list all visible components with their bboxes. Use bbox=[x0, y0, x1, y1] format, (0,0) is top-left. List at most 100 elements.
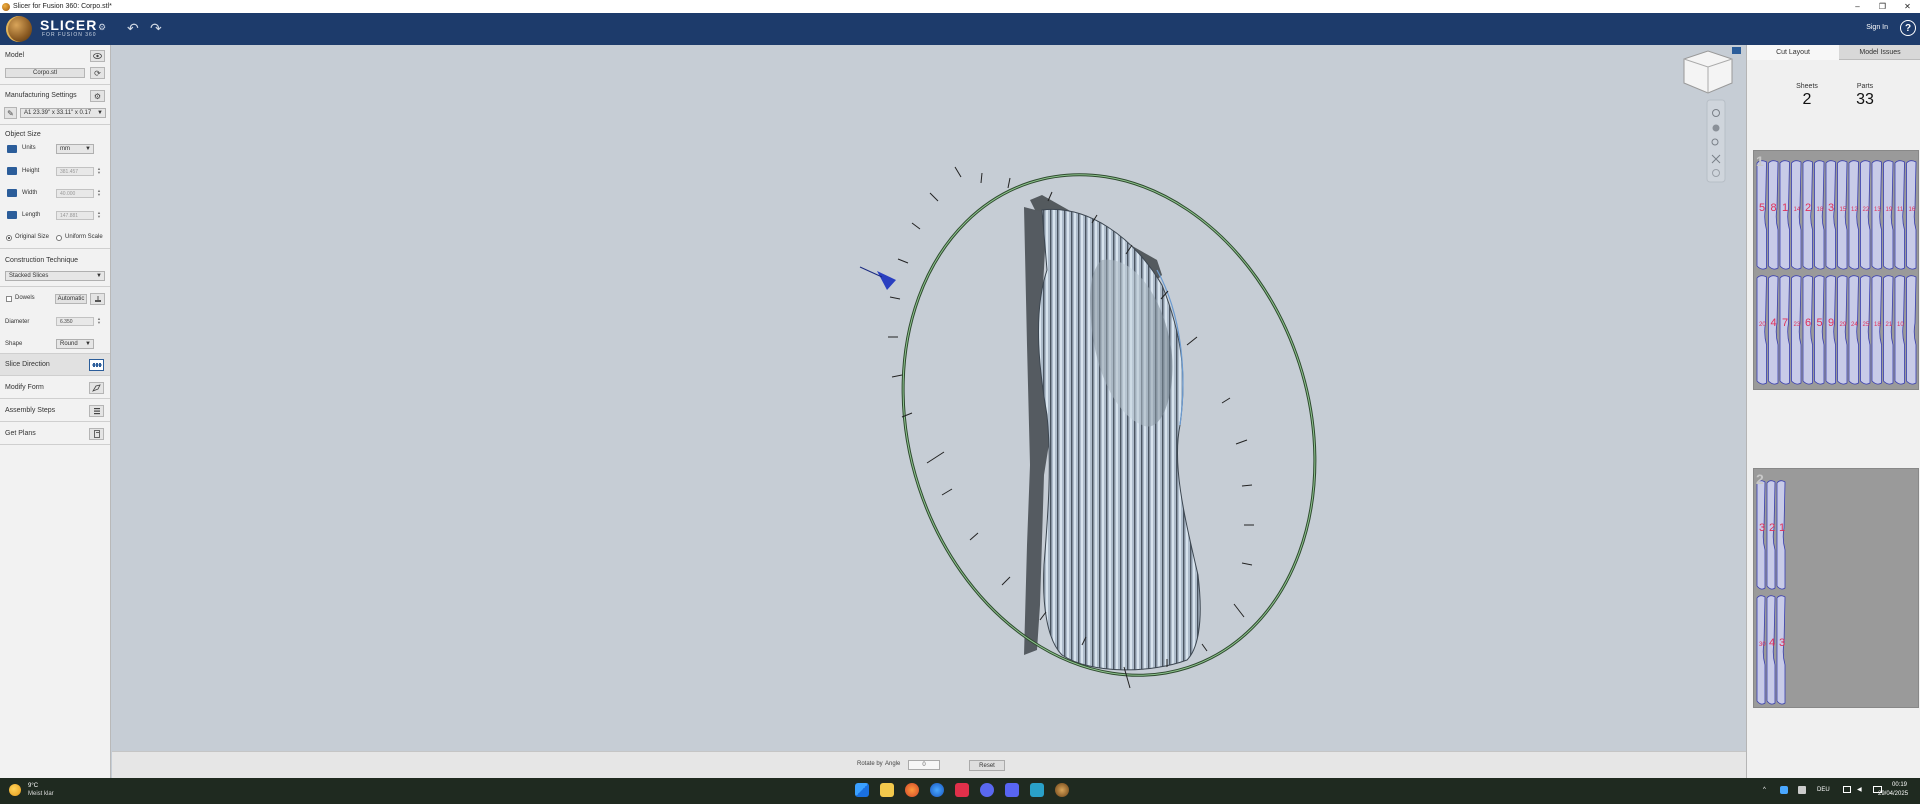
uniform-scale-radio[interactable] bbox=[56, 235, 62, 241]
step-label: Slice Direction bbox=[5, 361, 50, 368]
angle-label: Angle bbox=[885, 761, 901, 767]
discord-icon[interactable] bbox=[1005, 783, 1019, 797]
browser-icon[interactable] bbox=[930, 783, 944, 797]
diameter-stepper[interactable]: ▲ ▼ bbox=[96, 317, 102, 326]
diameter-label: Diameter bbox=[5, 319, 30, 325]
os-taskbar: 9°C Meist klar ^ DEU ◀ 00:19 29/04/2025 bbox=[0, 778, 1920, 804]
part-label: 3 bbox=[1828, 202, 1834, 214]
volume-icon[interactable]: ◀ bbox=[1857, 786, 1862, 793]
shape-select[interactable]: Round ▼ bbox=[56, 339, 94, 349]
settings-gear-icon[interactable]: ⚙ bbox=[90, 90, 105, 102]
minimize-button[interactable]: – bbox=[1845, 0, 1870, 13]
part-label: 4 bbox=[1769, 637, 1775, 649]
part-outline bbox=[1776, 595, 1786, 705]
units-select[interactable]: mm ▼ bbox=[56, 144, 94, 154]
object-size-title: Object Size bbox=[5, 131, 41, 138]
height-input[interactable]: 381.457 bbox=[56, 167, 94, 176]
language-indicator[interactable]: DEU bbox=[1817, 787, 1830, 793]
tray-app-icon[interactable] bbox=[1780, 786, 1788, 794]
refresh-icon[interactable]: ⟳ bbox=[90, 67, 105, 79]
view-cube-icon[interactable] bbox=[1683, 50, 1733, 94]
start-icon[interactable] bbox=[855, 783, 869, 797]
clock-date[interactable]: 29/04/2025 bbox=[1878, 791, 1908, 797]
width-input[interactable]: 40.000 bbox=[56, 189, 94, 198]
slice-direction-arrow[interactable] bbox=[877, 271, 896, 290]
part-outline bbox=[1871, 275, 1882, 385]
clock-time[interactable]: 00:19 bbox=[1892, 782, 1907, 788]
angle-input[interactable]: 0 bbox=[908, 760, 940, 770]
slice-direction-icon[interactable] bbox=[89, 359, 104, 371]
step-slice-direction[interactable]: Slice Direction bbox=[0, 354, 110, 376]
weather-icon[interactable] bbox=[9, 784, 21, 796]
step-assembly-steps[interactable]: Assembly Steps bbox=[0, 400, 110, 422]
firefox-icon[interactable] bbox=[905, 783, 919, 797]
dowel-layout-icon[interactable] bbox=[90, 293, 105, 305]
redo-button[interactable]: ↷ bbox=[150, 20, 162, 37]
chat-app-icon[interactable] bbox=[980, 783, 994, 797]
3d-viewport[interactable] bbox=[112, 45, 1746, 751]
modify-form-icon[interactable] bbox=[89, 382, 104, 394]
chevron-down-icon: ▼ bbox=[97, 110, 103, 116]
assembly-steps-icon[interactable] bbox=[89, 405, 104, 417]
slicer-taskbar-icon[interactable] bbox=[1055, 783, 1069, 797]
sheets-count: 2 bbox=[1802, 91, 1812, 108]
reset-button[interactable]: Reset bbox=[969, 760, 1005, 771]
chevron-down-icon: ▼ bbox=[96, 273, 102, 279]
length-stepper[interactable]: ▲ ▼ bbox=[96, 211, 102, 220]
units-icon bbox=[7, 145, 17, 153]
help-icon[interactable]: ? bbox=[1900, 20, 1916, 36]
weather-status[interactable]: Meist klar bbox=[28, 791, 54, 797]
parts-count: 33 bbox=[1856, 91, 1874, 108]
part-label: 8 bbox=[1771, 202, 1777, 214]
maximize-button[interactable]: ❐ bbox=[1870, 0, 1895, 13]
construction-select[interactable]: Stacked Slices ▼ bbox=[5, 271, 105, 281]
viewport-menu-icon[interactable] bbox=[1732, 47, 1741, 54]
sign-in-link[interactable]: Sign In bbox=[1866, 24, 1888, 31]
width-stepper[interactable]: ▲ ▼ bbox=[96, 189, 102, 198]
weather-temperature[interactable]: 9°C bbox=[28, 783, 38, 789]
network-icon[interactable] bbox=[1843, 786, 1851, 793]
height-stepper[interactable]: ▲ ▼ bbox=[96, 167, 102, 176]
undo-button[interactable]: ↶ bbox=[127, 20, 139, 37]
tab-model-issues[interactable]: Model Issues bbox=[1839, 45, 1920, 60]
close-button[interactable]: ✕ bbox=[1895, 0, 1920, 13]
part-outline bbox=[1837, 160, 1848, 270]
music-app-icon[interactable] bbox=[955, 783, 969, 797]
manufacturing-select[interactable]: A1 23.39" x 33.11" x 0.17 ▼ bbox=[20, 108, 106, 118]
tray-overflow-icon[interactable]: ^ bbox=[1763, 787, 1766, 793]
part-outline bbox=[1802, 160, 1813, 270]
original-size-radio[interactable] bbox=[6, 235, 12, 241]
step-modify-form[interactable]: Modify Form bbox=[0, 377, 110, 399]
part-outline bbox=[1837, 275, 1848, 385]
sheet-number: 2 bbox=[1756, 471, 1764, 487]
gear-icon[interactable]: ⚙ bbox=[98, 22, 106, 33]
width-icon bbox=[7, 189, 17, 197]
model-file-button[interactable]: Corpo.stl bbox=[5, 68, 85, 78]
sheet-2-preview[interactable]: 2 3 2 1 30 4 3 bbox=[1753, 468, 1919, 708]
dowels-automatic-button[interactable]: Automatic bbox=[55, 294, 87, 304]
sheet-number: 1 bbox=[1756, 153, 1764, 169]
part-outline bbox=[1906, 275, 1917, 385]
file-explorer-icon[interactable] bbox=[880, 783, 894, 797]
sheet-2-parts: 3 2 130 4 3 bbox=[1756, 480, 1786, 705]
pan-icon[interactable] bbox=[1712, 124, 1720, 132]
step-get-plans[interactable]: Get Plans bbox=[0, 423, 110, 445]
eye-icon[interactable] bbox=[90, 50, 105, 62]
editor-app-icon[interactable] bbox=[1030, 783, 1044, 797]
diameter-input[interactable]: 6.350 bbox=[56, 317, 94, 326]
length-input[interactable]: 147.881 bbox=[56, 211, 94, 220]
get-plans-icon[interactable] bbox=[89, 428, 104, 440]
model-render[interactable] bbox=[112, 45, 1746, 751]
logo-text: SLICER bbox=[40, 17, 98, 33]
pencil-icon[interactable]: ✎ bbox=[4, 107, 17, 119]
logo-subtitle: FOR FUSION 360 bbox=[42, 32, 97, 38]
step-label: Modify Form bbox=[5, 384, 44, 391]
window-title: Slicer for Fusion 360: Corpo.stl* bbox=[13, 3, 112, 10]
sheet-1-preview[interactable]: 1 5 8 1 14 2 18 3 15 12 22 13 19 11 16 20 4 7 23 6 5 9 29 24 25… bbox=[1753, 150, 1919, 390]
dowels-checkbox[interactable] bbox=[6, 296, 12, 302]
part-outline bbox=[1814, 275, 1825, 385]
part-label: 29 bbox=[1840, 322, 1847, 328]
tray-app-icon[interactable] bbox=[1798, 786, 1806, 794]
part-label: 25 bbox=[1863, 322, 1870, 328]
tab-cut-layout[interactable]: Cut Layout bbox=[1747, 45, 1839, 60]
